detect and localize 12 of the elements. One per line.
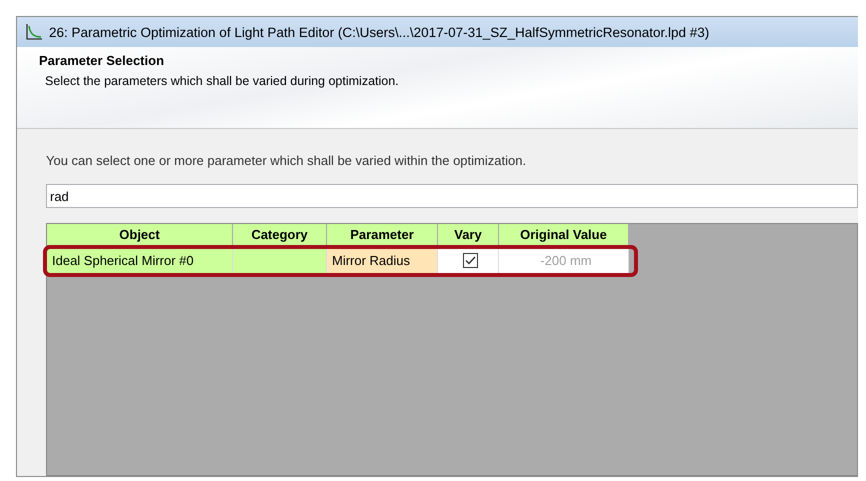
- column-header[interactable]: Parameter: [327, 224, 438, 246]
- column-header[interactable]: Original Value: [499, 224, 629, 246]
- column-header[interactable]: Category: [233, 224, 327, 246]
- chart-icon: [25, 23, 43, 41]
- page-subtitle: Select the parameters which shall be varied during optimization.: [45, 74, 400, 88]
- search-field[interactable]: rad: [46, 184, 858, 208]
- column-header[interactable]: Object: [47, 224, 233, 246]
- window-title: 26: Parametric Optimization of Light Path Editor (C:\Users\...\2017-07-31_SZ_HalfSymmetricResonator.lpd #3): [49, 24, 710, 40]
- instruction-text: You can select one or more parameter which shall be varied within the optimization.: [46, 153, 528, 168]
- checkbox[interactable]: [463, 252, 478, 268]
- page-title: Parameter Selection: [39, 53, 166, 68]
- column-header[interactable]: Vary: [438, 224, 499, 246]
